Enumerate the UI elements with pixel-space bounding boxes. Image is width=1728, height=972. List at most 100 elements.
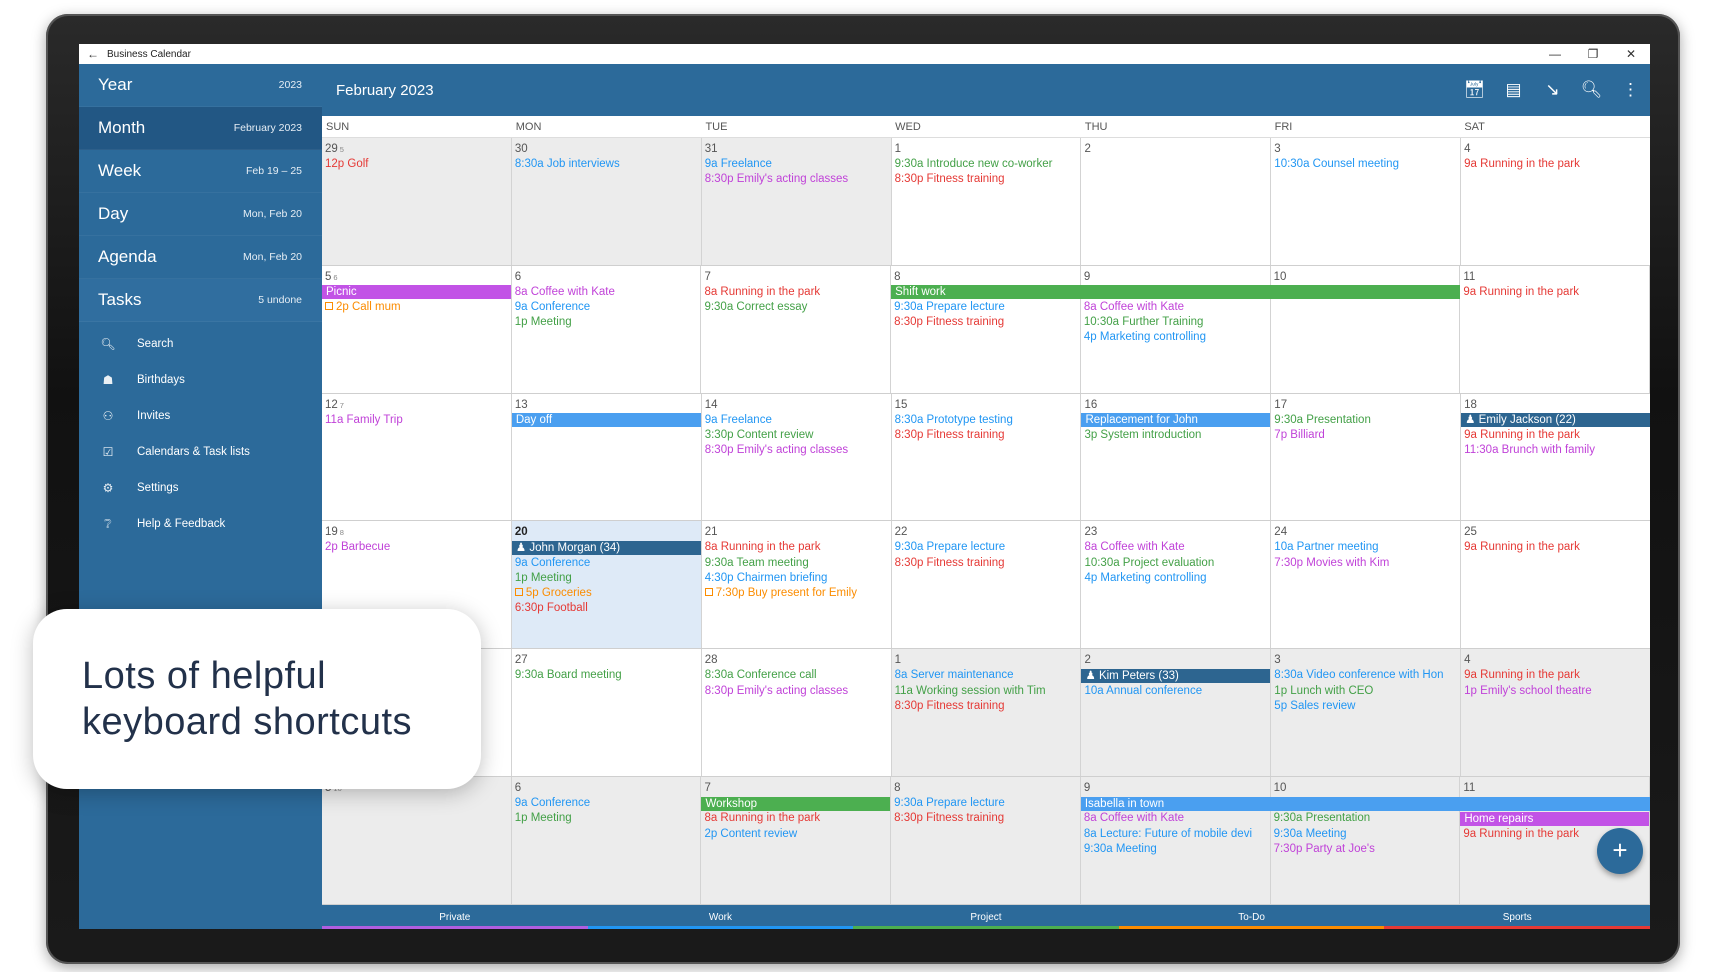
restore-icon[interactable]: ❐ [1574,47,1612,61]
event-item[interactable]: 5p Sales review [1274,699,1460,714]
minimize-icon[interactable]: — [1536,47,1574,61]
event-item[interactable]: 9a Conference [515,556,701,571]
event-item[interactable]: 8a Coffee with Kate [1084,811,1270,826]
event-item[interactable]: 9a Running in the park [1464,428,1650,443]
more-icon[interactable]: ⋮ [1611,80,1650,100]
event-item[interactable]: 3p System introduction [1084,428,1270,443]
event-item[interactable]: 7p Billiard [1274,428,1460,443]
event-item[interactable]: 8:30p Fitness training [894,811,1080,826]
sidebar-link-invites[interactable]: ⚇ Invites [79,398,322,434]
day-cell[interactable]: 13 Day off [511,393,702,521]
event-item[interactable]: 8:30a Conference call [705,668,891,683]
task-checkbox[interactable] [704,588,713,597]
event-item[interactable]: 9:30a Prepare lecture [894,796,1080,811]
day-cell[interactable]: 18 ♟ Emily Jackson (22) 9a Running in the … [1461,393,1650,521]
day-cell[interactable]: 1 8a Server maintenance 11a Working sessio… [891,649,1082,777]
day-cell[interactable]: 30 8:30a Job interviews [511,138,702,265]
sidebar-item-year[interactable]: Year 2023 [79,64,322,107]
event-item[interactable]: 8a Running in the park [704,811,890,826]
event-item[interactable]: 8a Coffee with Kate [1084,300,1270,315]
day-cell[interactable]: 22 9:30a Prepare lecture 8:30p Fitness tra… [891,521,1082,649]
legend-calendar[interactable]: To-Do [1118,905,1385,929]
event-item[interactable]: 9a Conference [515,796,701,811]
event-item[interactable]: 9:30a Prepare lecture [895,540,1081,555]
event-item[interactable]: 9a Freelance [705,157,891,172]
multi-day-event[interactable]: Shift work [891,285,1461,300]
event-item[interactable]: 9a Running in the park [1464,540,1650,555]
event-item[interactable]: 9:30a Board meeting [515,668,701,683]
task-checkbox[interactable] [514,588,523,597]
collapse-icon[interactable]: ↘ [1533,80,1572,100]
event-item[interactable]: 9:30a Meeting [1274,827,1460,842]
task-item[interactable]: 5p Groceries [514,586,701,601]
event-item[interactable]: 8:30p Fitness training [895,556,1081,571]
day-cell[interactable]: 15 8:30a Prototype testing 8:30p Fitness t… [891,393,1082,521]
event-item[interactable]: 9:30a Correct essay [704,300,890,315]
sidebar-link-calendars[interactable]: ☑ Calendars & Task lists [79,434,322,470]
day-cell[interactable]: 3 8:30a Video conference with Hon 1p Lunch… [1271,649,1462,777]
all-day-event[interactable]: ♟ Kim Peters (33) [1081,668,1271,683]
legend-calendar[interactable]: Project [853,905,1119,929]
day-cell[interactable]: 21 8a Running in the park 9:30a Team meeti… [701,521,892,649]
day-cell[interactable]: 28 8:30a Conference call 8:30p Emily's act… [701,649,892,777]
all-day-event[interactable]: Picnic [322,285,511,300]
day-cell[interactable]: 11 9a Running in the park [1460,265,1650,393]
event-item[interactable]: 6:30p Football [515,601,701,616]
event-item[interactable]: 8:30p Emily's acting classes [705,684,891,699]
event-item[interactable]: 9a Running in the park [1463,285,1649,300]
task-item[interactable]: 2p Call mum [325,300,511,315]
all-day-event[interactable]: Workshop [701,796,891,811]
event-item[interactable]: 1p Emily's school theatre [1464,684,1650,699]
event-item[interactable]: 8:30p Emily's acting classes [705,443,891,458]
day-cell[interactable]: 24 10a Partner meeting 7:30p Movies with K… [1271,521,1462,649]
event-item[interactable]: 4p Marketing controlling [1084,330,1270,345]
event-item[interactable]: 1p Lunch with CEO [1274,684,1460,699]
event-item[interactable]: 1p Meeting [515,571,701,586]
event-item[interactable]: 2p Content review [704,827,890,842]
event-item[interactable]: 8:30a Job interviews [515,157,701,172]
legend-calendar[interactable]: Private [322,905,588,929]
event-item[interactable]: 11:30a Brunch with family [1464,443,1650,458]
sidebar-item-agenda[interactable]: Agenda Mon, Feb 20 [79,236,322,279]
sidebar-link-settings[interactable]: ⚙ Settings [79,470,322,506]
day-cell[interactable]: 27 9:30a Board meeting [511,649,702,777]
sidebar-item-month[interactable]: Month February 2023 [79,107,322,150]
event-item[interactable]: 4p Marketing controlling [1084,571,1270,586]
day-cell[interactable]: 7 Workshop 8a Running in the park 2p Conten… [701,777,892,904]
event-item[interactable]: 11a Family Trip [325,413,511,428]
all-day-event[interactable]: ♟ John Morgan (34) [511,541,701,556]
all-day-event[interactable]: ♟ Emily Jackson (22) [1461,413,1650,428]
day-cell[interactable]: 17 9:30a Presentation 7p Billiard [1271,393,1462,521]
event-item[interactable]: 10a Annual conference [1084,684,1270,699]
event-item[interactable]: 3:30p Content review [705,428,891,443]
all-day-event[interactable]: Home repairs [1460,811,1650,826]
event-item[interactable]: 8a Coffee with Kate [515,285,701,300]
day-cell[interactable]: 14 9a Freelance 3:30p Content review 8:30p … [701,393,892,521]
event-item[interactable]: 8a Running in the park [705,540,891,555]
day-cell[interactable]: 5 6 Picnic 2p Call mum [322,265,512,393]
event-item[interactable]: 10:30a Further Training [1084,315,1270,330]
legend-calendar[interactable]: Work [587,905,854,929]
all-day-event[interactable]: Replacement for John [1081,413,1271,428]
event-item[interactable]: 9:30a Presentation [1274,413,1460,428]
sidebar-item-day[interactable]: Day Mon, Feb 20 [79,193,322,236]
event-item[interactable]: 7:30p Movies with Kim [1274,556,1460,571]
day-cell[interactable]: 6 8a Coffee with Kate 9a Conference 1p Meet… [511,265,702,393]
event-item[interactable]: 4:30p Chairmen briefing [705,571,891,586]
event-item[interactable]: 8a Lecture: Future of mobile devi [1084,827,1270,842]
event-item[interactable]: 8:30a Prototype testing [895,413,1081,428]
task-item[interactable]: 7:30p Buy present for Emily [704,586,891,601]
search-icon[interactable]: 🔍︎ [1572,80,1611,100]
event-item[interactable]: 8a Server maintenance [895,668,1081,683]
day-cell[interactable]: 20 ♟ John Morgan (34) 9a Conference 1p Meet… [511,521,702,649]
task-checkbox[interactable] [325,302,333,311]
event-item[interactable]: 9a Running in the park [1464,668,1650,683]
day-cell[interactable]: 29 5 12p Golf [322,138,512,265]
event-item[interactable]: 12p Golf [325,157,511,172]
day-cell[interactable]: 8 9:30a Prepare lecture 8:30p Fitness trai… [891,777,1081,904]
event-item[interactable]: 1p Meeting [515,811,701,826]
day-cell[interactable]: 4 9a Running in the park [1461,138,1650,265]
day-cell[interactable]: 6 9a Conference 1p Meeting [511,777,702,904]
event-item[interactable]: 8:30p Fitness training [895,699,1081,714]
event-item[interactable]: 9:30a Prepare lecture [894,300,1080,315]
